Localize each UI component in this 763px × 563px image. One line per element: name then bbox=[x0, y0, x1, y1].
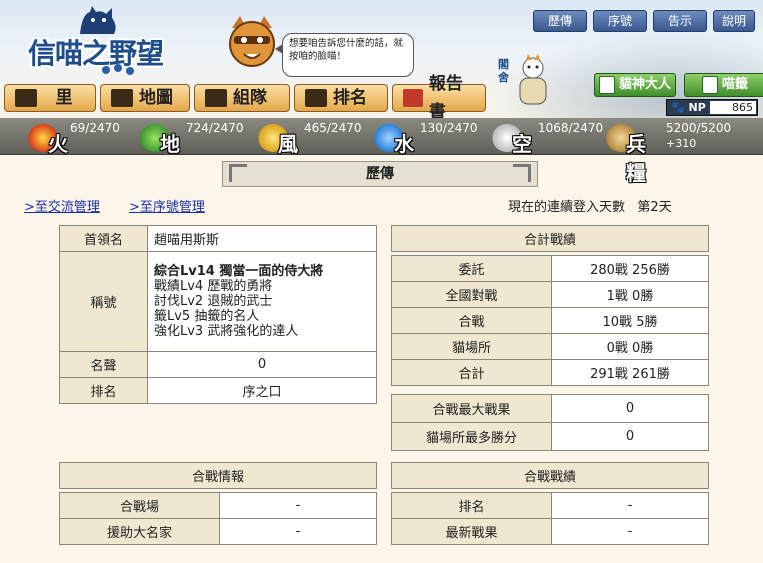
logo-paw-icon bbox=[102, 64, 134, 75]
title-corner-left bbox=[229, 164, 247, 182]
profile-row-fame: 名聲 0 bbox=[59, 351, 377, 378]
meow-lottery-button[interactable]: 喵籤 bbox=[684, 73, 763, 97]
exchange-management-link[interactable]: >至交流管理 bbox=[24, 196, 100, 215]
cat-god-button[interactable]: 貓神大人 bbox=[594, 73, 677, 97]
nav-team-button[interactable]: 組隊 bbox=[194, 84, 290, 112]
login-streak: 現在的連續登入天數 第2天 bbox=[508, 200, 672, 215]
logo-text: 信喵之野望 bbox=[28, 37, 164, 70]
totals-row: 合計 291戰 261勝 bbox=[391, 359, 709, 386]
card-icon bbox=[599, 76, 615, 94]
game-header: 信喵之野望 想要咱告訴您什麼的話，就按咱的臉喵！ 歷傳 序號 告示 說明 里 地… bbox=[0, 0, 763, 118]
ally-row: 援助大名家 - bbox=[59, 518, 377, 545]
house-icon bbox=[15, 89, 37, 107]
mascot-face-icon[interactable] bbox=[224, 14, 280, 70]
np-value: 865 bbox=[710, 101, 756, 114]
map-icon bbox=[111, 89, 133, 107]
battle-info-header: 合戰情報 bbox=[59, 462, 377, 489]
sage-cat[interactable]: 閣舍 bbox=[498, 54, 556, 110]
totals-row: 貓場所 0戰 0勝 bbox=[391, 333, 709, 360]
serial-management-link[interactable]: >至序號管理 bbox=[129, 196, 205, 215]
sage-label: 閣舍 bbox=[498, 58, 509, 84]
profile-row-rank: 排名 序之口 bbox=[59, 377, 377, 404]
profile-row-titles: 稱號 綜合Lv14 獨當一面的侍大將 戰績Lv4 歷戰的勇將 討伐Lv2 退賊的… bbox=[59, 251, 377, 352]
totals-row: 全國對戰 1戰 0勝 bbox=[391, 281, 709, 308]
nav-report-button[interactable]: 報告書 bbox=[392, 74, 486, 118]
report-icon bbox=[403, 89, 423, 107]
battle-record-table: 合戰戰績 排名 - 最新戰果 - bbox=[391, 462, 709, 545]
title-list: 綜合Lv14 獨當一面的侍大將 戰績Lv4 歷戰的勇將 討伐Lv2 退賊的武士 … bbox=[147, 251, 377, 352]
nav-map-button[interactable]: 地圖 bbox=[100, 84, 190, 112]
battle-info-table: 合戰情報 合戰場 - 援助大名家 - bbox=[59, 462, 377, 545]
history-button[interactable]: 歷傳 bbox=[533, 10, 587, 32]
max-battle-row: 合戰最大戰果 0 bbox=[391, 394, 709, 423]
np-display: 🐾 NP 865 bbox=[666, 99, 758, 116]
game-logo[interactable]: 信喵之野望 bbox=[20, 4, 190, 78]
np-label: 🐾 NP bbox=[671, 101, 706, 114]
lottery-card-icon bbox=[701, 76, 718, 94]
totals-header-row: 合計戰績 bbox=[391, 225, 709, 252]
help-button[interactable]: 說明 bbox=[713, 10, 755, 32]
main-nav: 里 地圖 組隊 排名 報告書 bbox=[4, 74, 486, 118]
battle-field-row: 合戰場 - bbox=[59, 492, 377, 519]
notice-button[interactable]: 告示 bbox=[653, 10, 707, 32]
totals-row: 合戰 10戰 5勝 bbox=[391, 307, 709, 334]
ranking-icon bbox=[305, 89, 327, 107]
nav-ranking-button[interactable]: 排名 bbox=[294, 84, 388, 112]
most-wins-row: 貓場所最多勝分 0 bbox=[391, 422, 709, 451]
totals-row: 委託 280戰 256勝 bbox=[391, 255, 709, 282]
title-corner-right bbox=[513, 164, 531, 182]
nav-village-button[interactable]: 里 bbox=[4, 84, 96, 112]
latest-result-row: 最新戰果 - bbox=[391, 518, 709, 545]
battle-rank-row: 排名 - bbox=[391, 492, 709, 519]
page-title: 歷傳 bbox=[222, 161, 538, 187]
mascot-speech-bubble: 想要咱告訴您什麼的話，就按咱的臉喵！ bbox=[275, 33, 414, 77]
battle-record-header: 合戰戰績 bbox=[391, 462, 709, 489]
serial-button[interactable]: 序號 bbox=[593, 10, 647, 32]
profile-table: 首領名 趙喵用斯斯 稱號 綜合Lv14 獨當一面的侍大將 戰績Lv4 歷戰的勇將… bbox=[59, 225, 377, 404]
totals-table: 合計戰績 委託 280戰 256勝 全國對戰 1戰 0勝 合戰 10戰 5勝 貓… bbox=[391, 225, 709, 386]
top-button-group: 歷傳 序號 告示 說明 bbox=[533, 10, 755, 32]
resource-bar: 火 69/2470 地 724/2470 風 465/2470 水 130/24… bbox=[0, 118, 763, 185]
records-table: 合戰最大戰果 0 貓場所最多勝分 0 bbox=[391, 394, 709, 451]
team-icon bbox=[205, 89, 227, 107]
sage-cat-icon bbox=[519, 54, 547, 105]
profile-row-leader: 首領名 趙喵用斯斯 bbox=[59, 225, 377, 252]
